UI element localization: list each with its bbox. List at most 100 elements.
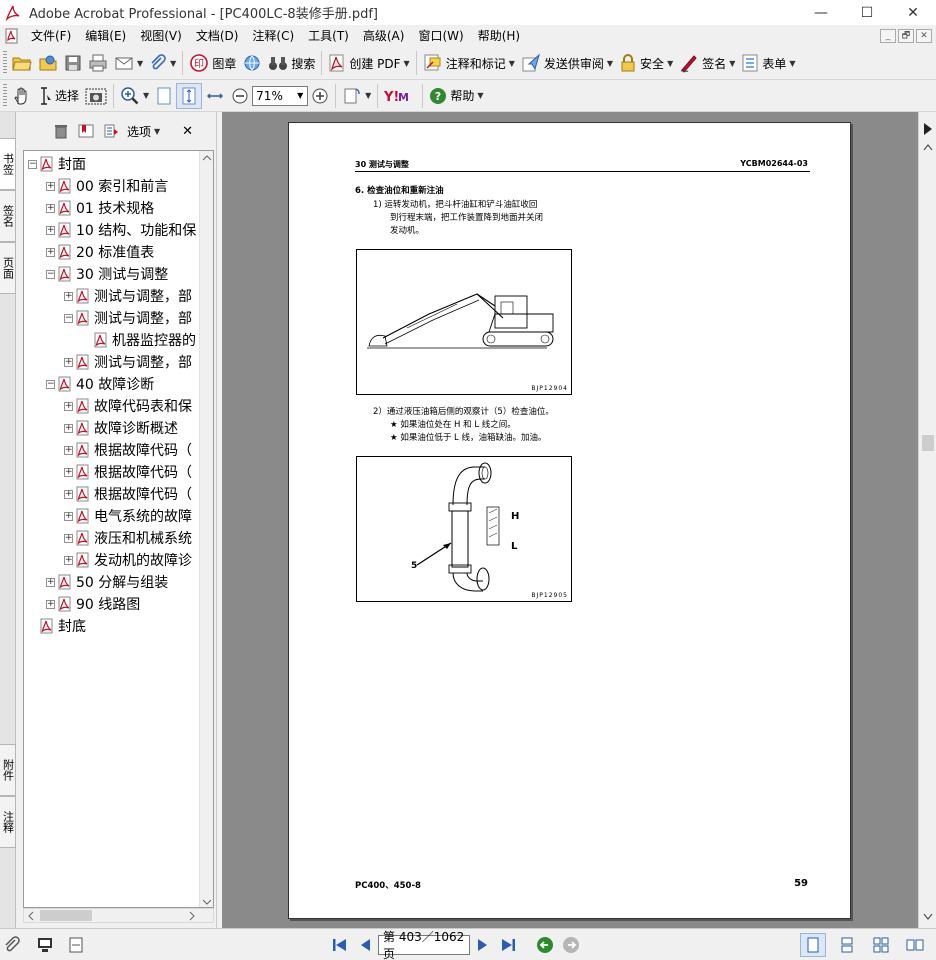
snapshot-button[interactable] bbox=[82, 83, 110, 109]
new-bookmark-icon[interactable] bbox=[77, 123, 95, 139]
page-number-field[interactable]: 第 403／1062 页 bbox=[378, 930, 470, 960]
bookmark-item[interactable]: + 测试与调整，部 bbox=[64, 351, 192, 373]
menu-advanced[interactable]: 高级(A) bbox=[356, 25, 412, 47]
tab-pages[interactable]: 页面 bbox=[0, 242, 16, 294]
next-view-button[interactable] bbox=[558, 933, 584, 957]
previous-view-button[interactable] bbox=[532, 933, 558, 957]
screen-monitor-icon[interactable] bbox=[36, 936, 54, 954]
scroll-down-arrow-icon[interactable] bbox=[202, 897, 212, 907]
fit-page-button[interactable] bbox=[176, 82, 203, 109]
scroll-left-arrow-icon[interactable] bbox=[26, 911, 36, 921]
toolbar-grip[interactable] bbox=[3, 83, 7, 108]
bookmark-item[interactable]: + 故障代码表和保 bbox=[64, 395, 192, 417]
bookmark-item[interactable]: + 液压和机械系统 bbox=[64, 527, 192, 549]
security-button[interactable]: 安全 ▼ bbox=[616, 50, 676, 76]
expand-icon[interactable]: + bbox=[64, 467, 73, 477]
fit-width-button[interactable] bbox=[202, 83, 228, 109]
scroll-right-arrow-icon[interactable] bbox=[187, 911, 197, 921]
collapse-icon[interactable]: − bbox=[28, 159, 37, 169]
collapse-icon[interactable]: − bbox=[46, 379, 55, 389]
bookmark-item[interactable]: + 测试与调整，部 bbox=[64, 285, 192, 307]
collapse-icon[interactable]: − bbox=[64, 313, 73, 323]
comment-markup-button[interactable]: 注释和标记 ▼ bbox=[420, 50, 518, 76]
yahoo-toolbar-button[interactable]: Y! M bbox=[381, 83, 419, 109]
stamp-button[interactable]: 印 图章 bbox=[186, 50, 239, 76]
expand-icon[interactable]: + bbox=[46, 599, 55, 609]
tab-signatures[interactable]: 签名 bbox=[0, 190, 16, 242]
tab-comments[interactable]: 注释 bbox=[0, 796, 16, 848]
menu-file[interactable]: 文件(F) bbox=[24, 25, 78, 47]
bookmark-item[interactable]: − 封面 bbox=[28, 153, 86, 175]
send-review-button[interactable]: 发送供审阅 ▼ bbox=[518, 50, 616, 76]
bookmark-item[interactable]: − 30 测试与调整 bbox=[46, 263, 168, 285]
bookmark-item[interactable]: − 40 故障诊断 bbox=[46, 373, 154, 395]
expand-icon[interactable]: + bbox=[64, 401, 73, 411]
bookmark-item[interactable]: +20 标准值表 bbox=[46, 241, 154, 263]
continuous-facing-button[interactable] bbox=[868, 933, 894, 957]
collapse-icon[interactable]: − bbox=[46, 269, 55, 279]
zoom-tool-button[interactable]: ▼ bbox=[117, 83, 152, 109]
facing-button[interactable] bbox=[902, 933, 928, 957]
rotate-page-button[interactable]: ▼ bbox=[339, 83, 374, 109]
organizer-button[interactable] bbox=[35, 50, 61, 76]
expand-icon[interactable]: + bbox=[46, 577, 55, 587]
print-button[interactable] bbox=[85, 50, 111, 76]
trash-icon[interactable] bbox=[53, 123, 69, 139]
menu-edit[interactable]: 编辑(E) bbox=[78, 25, 133, 47]
bookmark-item[interactable]: +00 索引和前言 bbox=[46, 175, 168, 197]
menu-help[interactable]: 帮助(H) bbox=[471, 25, 527, 47]
email-button[interactable]: ▼ bbox=[111, 50, 146, 76]
single-page-button[interactable] bbox=[800, 932, 826, 957]
close-button[interactable]: ✕ bbox=[890, 0, 936, 25]
maximize-button[interactable]: ☐ bbox=[844, 0, 890, 25]
menu-comments[interactable]: 注释(C) bbox=[245, 25, 301, 47]
zoom-out-button[interactable] bbox=[228, 83, 252, 109]
zoom-in-button[interactable] bbox=[308, 83, 332, 109]
hand-tool-button[interactable] bbox=[9, 83, 35, 109]
horizontal-scroll-thumb[interactable] bbox=[40, 910, 92, 921]
bookmark-options-button[interactable]: 选项 ▼ bbox=[127, 118, 160, 144]
chevron-down-icon[interactable]: ▼ bbox=[293, 87, 307, 105]
document-scroll-thumb[interactable] bbox=[922, 435, 934, 451]
expand-icon[interactable]: + bbox=[64, 445, 73, 455]
page-forward-arrow-icon[interactable] bbox=[922, 122, 934, 136]
bookmark-item[interactable]: + 根据故障代码（ bbox=[64, 461, 192, 483]
web-button[interactable] bbox=[239, 50, 265, 76]
close-panel-button[interactable]: ✕ bbox=[182, 124, 193, 139]
bookmark-item[interactable]: + 根据故障代码（ bbox=[64, 483, 192, 505]
bookmark-item[interactable]: + 电气系统的故障 bbox=[64, 505, 192, 527]
select-tool-button[interactable]: 选择 bbox=[35, 83, 82, 109]
bookmark-item[interactable]: +50 分解与组装 bbox=[46, 571, 168, 593]
forms-button[interactable]: 表单 ▼ bbox=[738, 50, 798, 76]
create-pdf-button[interactable]: 创建 PDF ▼ bbox=[325, 50, 412, 76]
help-button[interactable]: ? 帮助 ▼ bbox=[426, 83, 486, 109]
bookmark-item[interactable]: +90 线路图 bbox=[46, 593, 140, 615]
bookmark-from-structure-icon[interactable] bbox=[103, 123, 119, 139]
search-button[interactable]: 搜索 bbox=[265, 50, 318, 76]
tab-bookmarks[interactable]: 书签 bbox=[0, 138, 16, 190]
expand-icon[interactable]: + bbox=[64, 489, 73, 499]
expand-icon[interactable]: + bbox=[64, 533, 73, 543]
bookmark-item[interactable]: +10 结构、功能和保 bbox=[46, 219, 196, 241]
bookmark-item[interactable]: + 故障诊断概述 bbox=[64, 417, 178, 439]
doc-close-button[interactable]: ✕ bbox=[916, 29, 932, 43]
expand-icon[interactable]: + bbox=[64, 423, 73, 433]
bookmark-horizontal-scrollbar[interactable] bbox=[23, 908, 214, 923]
bookmark-item[interactable]: + 根据故障代码（ bbox=[64, 439, 192, 461]
menu-window[interactable]: 窗口(W) bbox=[411, 25, 470, 47]
document-vertical-scrollbar[interactable] bbox=[918, 112, 936, 928]
document-view[interactable]: 30 测试与调整 YCBM02644-03 6. 检查油位和重新注油 1) 运转… bbox=[222, 112, 918, 928]
expand-icon[interactable]: + bbox=[64, 511, 73, 521]
expand-icon[interactable]: + bbox=[46, 181, 55, 191]
attachment-paperclip-icon[interactable] bbox=[2, 935, 22, 955]
menu-document[interactable]: 文档(D) bbox=[189, 25, 246, 47]
bookmark-item[interactable]: − 测试与调整，部 bbox=[64, 307, 192, 329]
save-button[interactable] bbox=[61, 50, 85, 76]
previous-page-button[interactable] bbox=[352, 933, 378, 957]
expand-icon[interactable]: + bbox=[46, 203, 55, 213]
doc-minimize-button[interactable]: _ bbox=[880, 29, 896, 43]
first-page-button[interactable] bbox=[326, 933, 352, 957]
last-page-button[interactable] bbox=[496, 933, 522, 957]
menu-tools[interactable]: 工具(T) bbox=[301, 25, 356, 47]
expand-icon[interactable]: + bbox=[64, 555, 73, 565]
